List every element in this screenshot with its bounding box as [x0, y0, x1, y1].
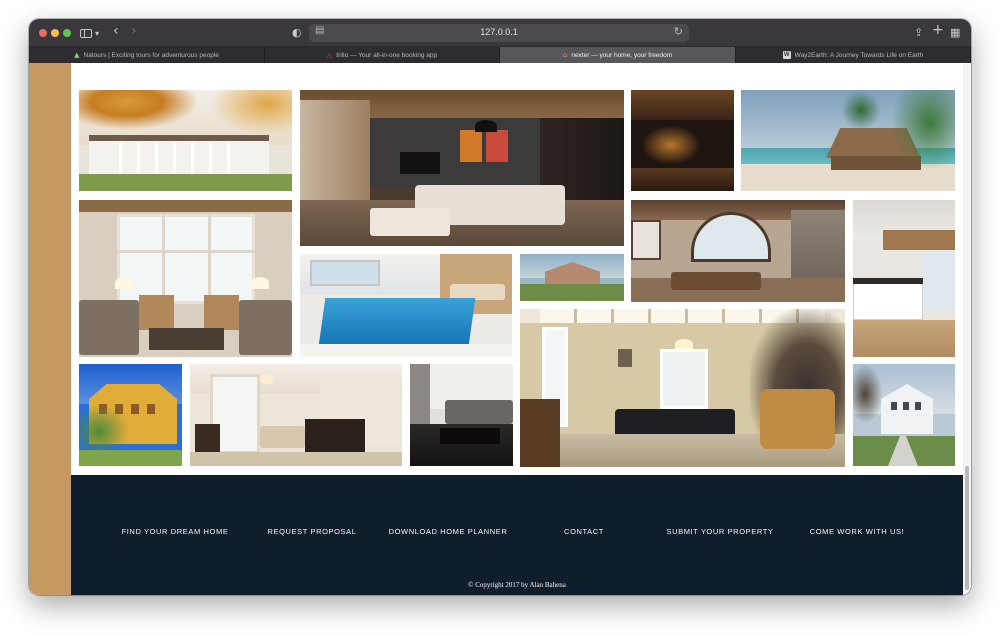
trillo-favicon-icon: △: [326, 51, 333, 59]
gallery-photo-12[interactable]: [190, 364, 402, 466]
gallery-photo-5[interactable]: [79, 200, 292, 357]
page-scrollbar[interactable]: [963, 63, 971, 595]
gallery-photo-6[interactable]: [300, 254, 512, 357]
tab-way2earth[interactable]: W Way2Earth: A Journey Towards Life on E…: [736, 47, 971, 63]
gallery-photo-7[interactable]: [520, 254, 624, 301]
address-bar[interactable]: ▤ 127.0.0.1 ↻: [309, 24, 689, 42]
footer-link-contact[interactable]: Contact: [564, 527, 604, 536]
tab-label: Way2Earth: A Journey Towards Life on Ear…: [794, 51, 924, 59]
minimize-window-icon[interactable]: [51, 29, 59, 37]
gallery-photo-3[interactable]: [631, 90, 734, 191]
browser-window: ▾ ‹ › ◐ ▤ 127.0.0.1 ↻ ⇪ + ▦ ▲ Natours | …: [29, 19, 971, 595]
tab-label: Natours | Exciting tours for adventurous…: [83, 51, 219, 59]
gallery-photo-9[interactable]: [853, 200, 955, 357]
new-tab-icon[interactable]: +: [932, 22, 944, 38]
footer-link-request-proposal[interactable]: Request proposal: [267, 527, 356, 536]
gallery-photo-13[interactable]: [410, 364, 513, 466]
natours-favicon-icon: ▲: [74, 51, 80, 59]
way2earth-favicon-icon: W: [782, 51, 791, 59]
footer-link-work-with-us[interactable]: Come work with us!: [810, 527, 905, 536]
forward-arrow-icon[interactable]: ›: [131, 23, 137, 39]
chevron-down-icon[interactable]: ▾: [95, 26, 99, 42]
footer-link-submit-property[interactable]: Submit your property: [666, 527, 773, 536]
tab-nexter[interactable]: ⌂ nexter — your home, your freedom: [500, 47, 736, 63]
sidebar-toggle-icon[interactable]: [80, 29, 92, 38]
gallery-photo-8[interactable]: [631, 200, 845, 302]
site-footer: Find your dream home Request proposal Do…: [71, 475, 963, 595]
back-arrow-icon[interactable]: ‹: [113, 23, 119, 39]
gallery-photo-4[interactable]: [741, 90, 955, 191]
gallery-photo-14[interactable]: [853, 364, 955, 466]
privacy-shield-icon[interactable]: ◐: [292, 25, 302, 41]
gallery-photo-2[interactable]: [300, 90, 624, 246]
tab-trillo[interactable]: △ trillo — Your all-in-one booking app: [265, 47, 500, 63]
close-window-icon[interactable]: [39, 29, 47, 37]
sidebar-accent: [29, 63, 71, 595]
reload-icon[interactable]: ↻: [674, 25, 683, 38]
copyright-text: © Copyright 2017 by Alan Bahena: [468, 581, 566, 589]
title-bar: ▾ ‹ › ◐ ▤ 127.0.0.1 ↻ ⇪ + ▦: [29, 19, 971, 47]
fullscreen-window-icon[interactable]: [63, 29, 71, 37]
tab-natours[interactable]: ▲ Natours | Exciting tours for adventuro…: [29, 47, 265, 63]
nexter-favicon-icon: ⌂: [562, 51, 568, 59]
page-content: Find your dream home Request proposal Do…: [29, 63, 971, 595]
gallery-photo-10[interactable]: [520, 309, 845, 467]
tab-label: nexter — your home, your freedom: [571, 51, 673, 59]
tab-overview-icon[interactable]: ▦: [950, 25, 960, 41]
gallery-photo-1[interactable]: [79, 90, 292, 191]
scrollbar-thumb[interactable]: [965, 466, 969, 590]
url-text[interactable]: 127.0.0.1: [309, 27, 689, 37]
tab-strip: ▲ Natours | Exciting tours for adventuro…: [29, 47, 971, 63]
footer-link-dream-home[interactable]: Find your dream home: [122, 527, 229, 536]
gallery-photo-11[interactable]: [79, 364, 182, 466]
share-icon[interactable]: ⇪: [914, 25, 923, 41]
tab-label: trillo — Your all-in-one booking app: [336, 51, 438, 59]
footer-link-home-planner[interactable]: Download home planner: [389, 527, 508, 536]
